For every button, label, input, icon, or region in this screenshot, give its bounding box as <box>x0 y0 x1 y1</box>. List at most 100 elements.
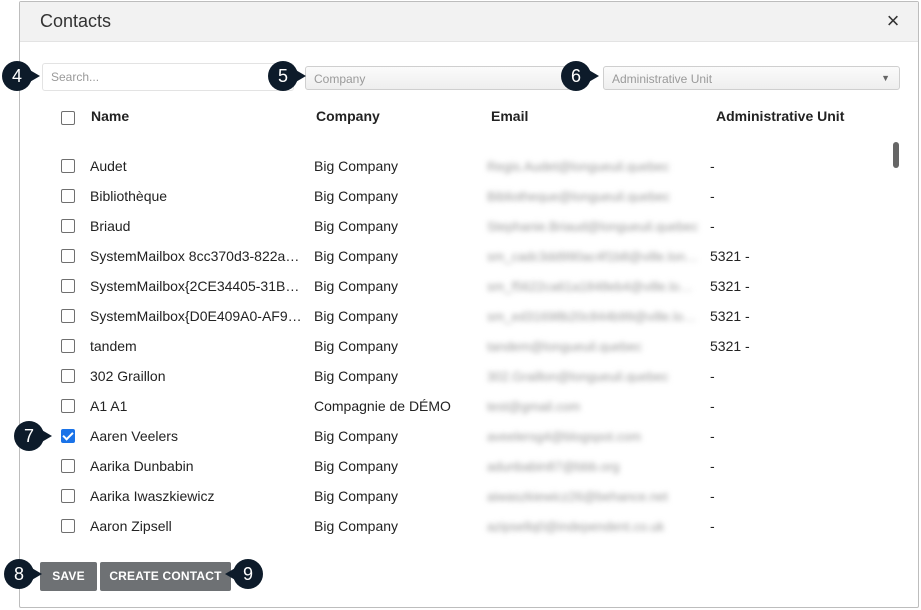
row-checkbox[interactable] <box>61 189 75 203</box>
contact-company: Big Company <box>314 488 399 504</box>
row-checkbox[interactable] <box>61 399 75 413</box>
contact-administrative-unit: - <box>710 458 715 474</box>
contact-administrative-unit: - <box>710 518 715 534</box>
contacts-list: Audet Big Company Regis.Audet@longueuil.qu… <box>20 151 890 541</box>
contact-name: Aaren Veelers <box>90 428 178 444</box>
contact-company: Big Company <box>314 428 399 444</box>
table-row[interactable]: SystemMailbox{2CE34405-31BE… Big Company s… <box>20 271 890 301</box>
callout-number: 4 <box>11 66 22 86</box>
row-checkbox[interactable] <box>61 489 75 503</box>
scrollbar-thumb[interactable] <box>893 142 899 168</box>
table-header: Name Company Email Administrative Unit <box>20 102 918 132</box>
table-row[interactable]: 302 Graillon Big Company 302.Graillon@long… <box>20 361 890 391</box>
contact-company: Compagnie de DÉMO <box>314 398 451 414</box>
administrative-unit-select[interactable]: Administrative Unit ▼ <box>603 66 900 90</box>
column-header-name[interactable]: Name <box>91 108 129 124</box>
column-header-email[interactable]: Email <box>491 108 528 124</box>
contact-company: Big Company <box>314 218 399 234</box>
contact-email: Stephanie.Briaud@longueuil.quebec <box>487 219 699 234</box>
callout-marker: 9 <box>225 559 263 589</box>
contact-name: Aarika Dunbabin <box>90 458 194 474</box>
contact-company: Big Company <box>314 338 399 354</box>
table-row[interactable]: SystemMailbox 8cc370d3-822a-… Big Company… <box>20 241 890 271</box>
unit-select-placeholder: Administrative Unit <box>612 72 713 86</box>
company-select[interactable]: Company <box>305 66 577 90</box>
contact-name: tandem <box>90 338 137 354</box>
save-button[interactable]: SAVE <box>40 562 97 591</box>
row-checkbox[interactable] <box>61 249 75 263</box>
column-header-company[interactable]: Company <box>316 108 380 124</box>
contact-company: Big Company <box>314 188 399 204</box>
contact-name: SystemMailbox 8cc370d3-822a-… <box>90 248 302 264</box>
row-checkbox[interactable] <box>61 219 75 233</box>
contact-name: Briaud <box>90 218 131 234</box>
table-row[interactable]: Aaron Zipsell Big Company azipsellq0@indep… <box>20 511 890 541</box>
contact-name: A1 A1 <box>90 398 128 414</box>
row-checkbox[interactable] <box>61 339 75 353</box>
contact-administrative-unit: - <box>710 218 715 234</box>
table-row[interactable]: Bibliothèque Big Company Bibliotheque@long… <box>20 181 890 211</box>
table-row[interactable]: A1 A1 Compagnie de DÉMO test@gmail.com - <box>20 391 890 421</box>
contact-company: Big Company <box>314 458 399 474</box>
row-checkbox[interactable] <box>61 159 75 173</box>
table-row[interactable]: Audet Big Company Regis.Audet@longueuil.qu… <box>20 151 890 181</box>
callout-marker: 5 <box>268 61 306 91</box>
table-row[interactable]: tandem Big Company tandem@longueuil.quebec… <box>20 331 890 361</box>
contact-name: Aarika Iwaszkiewicz <box>90 488 215 504</box>
callout-marker: 7 <box>14 421 52 451</box>
contact-company: Big Company <box>314 278 399 294</box>
table-row[interactable]: Aarika Dunbabin Big Company adunbabin87@bb… <box>20 451 890 481</box>
chevron-down-icon: ▼ <box>881 73 890 83</box>
row-checkbox[interactable] <box>61 309 75 323</box>
callout-marker: 4 <box>2 61 40 91</box>
contact-email: Regis.Audet@longueuil.quebec <box>487 159 670 174</box>
table-row[interactable]: Aaren Veelers Big Company aveelersg4@blogs… <box>20 421 890 451</box>
contact-email: adunbabin87@bbb.org <box>487 459 620 474</box>
contact-administrative-unit: - <box>710 158 715 174</box>
dialog-title: Contacts <box>40 11 112 31</box>
contact-email: aiwaszkiewicz26@behance.net <box>487 489 668 504</box>
contact-email: 302.Graillon@longueuil.quebec <box>487 369 669 384</box>
contact-email: tandem@longueuil.quebec <box>487 339 642 354</box>
contact-email: sm_ed31698b20c844b99@ville.longueuil.qc.… <box>487 309 699 324</box>
contact-name: Bibliothèque <box>90 188 168 204</box>
contact-name: Aaron Zipsell <box>90 518 172 534</box>
contact-administrative-unit: 5321 - <box>710 278 750 294</box>
row-checkbox[interactable] <box>61 459 75 473</box>
contact-company: Big Company <box>314 248 399 264</box>
contacts-dialog: Contacts × Company Administrative Unit ▼… <box>19 1 919 608</box>
contact-administrative-unit: - <box>710 188 715 204</box>
search-input[interactable] <box>42 63 294 91</box>
contact-name: SystemMailbox{D0E409A0-AF9B… <box>90 308 302 324</box>
callout-number: 6 <box>570 66 581 86</box>
contact-administrative-unit: - <box>710 428 715 444</box>
callout-number: 9 <box>242 564 253 584</box>
column-header-administrative-unit[interactable]: Administrative Unit <box>716 108 844 124</box>
row-checkbox[interactable] <box>61 519 75 533</box>
contact-email: azipsellq0@independent.co.uk <box>487 519 665 534</box>
row-checkbox[interactable] <box>61 369 75 383</box>
table-row[interactable]: SystemMailbox{D0E409A0-AF9B… Big Company s… <box>20 301 890 331</box>
select-all-checkbox[interactable] <box>61 111 75 125</box>
callout-marker: 8 <box>4 559 42 589</box>
contact-administrative-unit: 5321 - <box>710 338 750 354</box>
contact-company: Big Company <box>314 518 399 534</box>
contact-administrative-unit: - <box>710 368 715 384</box>
company-select-placeholder: Company <box>314 72 366 86</box>
contact-administrative-unit: - <box>710 488 715 504</box>
table-row[interactable]: Aarika Iwaszkiewicz Big Company aiwaszkiew… <box>20 481 890 511</box>
row-checkbox[interactable] <box>61 279 75 293</box>
callout-number: 7 <box>23 426 34 446</box>
contact-email: aveelersg4@blogspot.com <box>487 429 642 444</box>
create-contact-button[interactable]: CREATE CONTACT <box>100 562 231 591</box>
contact-administrative-unit: 5321 - <box>710 308 750 324</box>
table-row[interactable]: Briaud Big Company Stephanie.Briaud@longue… <box>20 211 890 241</box>
contact-administrative-unit: - <box>710 398 715 414</box>
contact-email: sm_cadc3dd990ac4f1b8@ville.longueuil.qc.… <box>487 249 699 264</box>
contact-company: Big Company <box>314 368 399 384</box>
contact-name: SystemMailbox{2CE34405-31BE… <box>90 278 302 294</box>
callout-number: 8 <box>13 564 24 584</box>
close-icon[interactable]: × <box>882 10 904 32</box>
row-checkbox[interactable] <box>61 429 75 443</box>
contact-company: Big Company <box>314 308 399 324</box>
